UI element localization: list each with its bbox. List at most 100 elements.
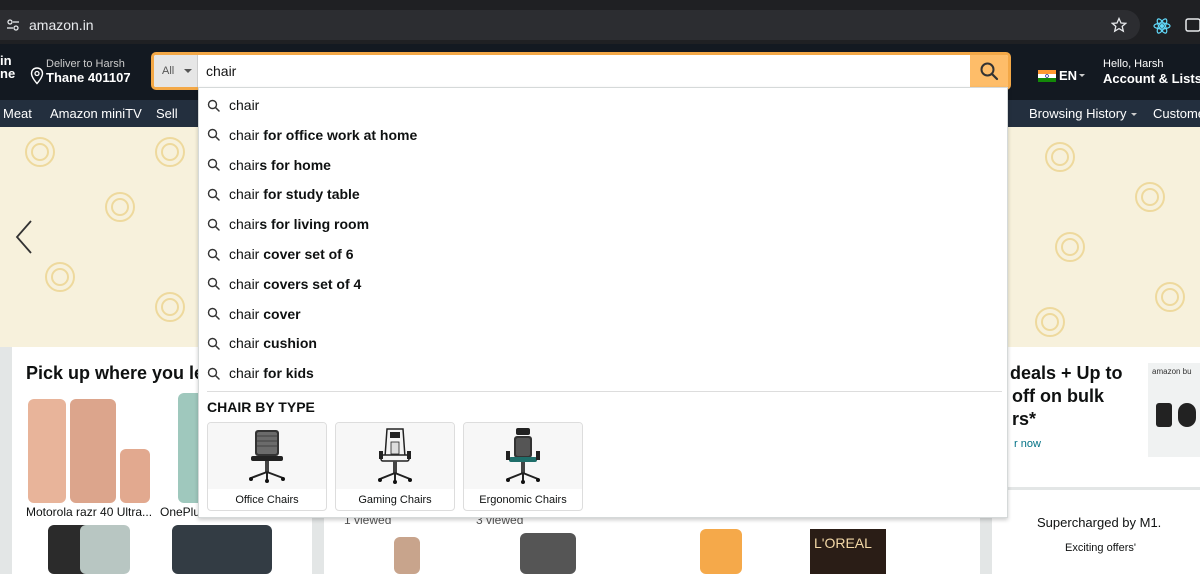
product-caption[interactable]: Motorola razr 40 Ultra...: [26, 505, 152, 519]
suggestion-item[interactable]: chair for study table: [207, 179, 997, 209]
suggestion-item[interactable]: chair s for home: [207, 150, 997, 180]
extension-icon[interactable]: [1153, 17, 1171, 35]
search-bar: All: [151, 52, 1011, 90]
phone-image[interactable]: [120, 449, 150, 503]
suggestion-item[interactable]: chair s for living room: [207, 209, 997, 239]
type-card-ergonomic[interactable]: Ergonomic Chairs: [463, 422, 583, 511]
address-bar[interactable]: amazon.in: [0, 10, 1140, 40]
suggestion-completion: s for living room: [259, 216, 370, 233]
language-selector[interactable]: EN: [1038, 68, 1086, 83]
suggestion-completion: for office work at home: [259, 126, 418, 143]
search-icon: [207, 367, 220, 380]
suggestion-item[interactable]: chair: [207, 90, 997, 120]
search-input[interactable]: [206, 55, 966, 87]
search-suggestions: chair chair for office work at home chair s…: [198, 87, 1008, 518]
suggestion-prefix: chair: [229, 246, 260, 262]
account-greeting: Hello, Harsh: [1103, 58, 1164, 70]
suggestion-item[interactable]: chair cover set of 6: [207, 239, 997, 269]
ergonomic-chair-icon: [506, 428, 540, 484]
browsing-history-label: Browsing History: [1029, 106, 1127, 121]
suggestion-item[interactable]: chair for kids: [207, 358, 997, 388]
deliver-location: Thane 401107: [46, 70, 131, 85]
search-icon: [207, 218, 220, 231]
phone-image[interactable]: [172, 525, 272, 574]
india-flag-icon: [1038, 69, 1056, 82]
account-lists: Account & Lists: [1103, 71, 1200, 86]
location-pin-icon: [30, 67, 44, 85]
chevron-down-icon: [184, 69, 192, 73]
product-image[interactable]: L'OREAL: [810, 529, 886, 574]
deals-link[interactable]: r now: [1014, 438, 1041, 450]
promo-image[interactable]: amazon bu: [1148, 363, 1200, 457]
gaming-chair-image: [336, 423, 454, 489]
search-icon: [207, 99, 220, 112]
search-icon: [980, 62, 999, 81]
product-image[interactable]: [520, 533, 576, 574]
nav-item-meat[interactable]: Meat: [3, 106, 32, 121]
url-text[interactable]: amazon.in: [29, 17, 94, 33]
logo-fragment[interactable]: in ne: [0, 54, 15, 80]
type-card-office[interactable]: Office Chairs: [207, 422, 327, 511]
nav-item-sell[interactable]: Sell: [156, 106, 178, 121]
suggestion-prefix: chair: [229, 186, 260, 203]
suggestion-completion: for kids: [259, 365, 314, 382]
suggestion-prefix: chair: [229, 156, 260, 173]
carousel-prev-icon[interactable]: [14, 219, 34, 255]
chevron-down-icon: [1079, 74, 1086, 77]
suggestion-completion: covers set of 4: [259, 275, 362, 292]
type-label: Gaming Chairs: [358, 494, 432, 506]
promo-card: Supercharged by M1. Exciting offers': [992, 490, 1200, 574]
promo-brand: amazon bu: [1152, 367, 1192, 376]
divider: [207, 391, 1002, 392]
account-menu[interactable]: Hello, Harsh Account & Lists: [1103, 58, 1200, 86]
deals-card: deals + Up to off on bulk rs* r now amaz…: [992, 347, 1200, 487]
search-icon: [207, 188, 220, 201]
suggestion-completion: for study table: [259, 186, 360, 203]
search-icon: [207, 129, 220, 142]
phone-image[interactable]: [80, 525, 130, 574]
sidepanel-icon[interactable]: [1185, 17, 1200, 33]
pickup-card-title: Pick up where you le: [26, 363, 205, 383]
search-icon: [207, 158, 220, 171]
browser-toolbar: amazon.in: [0, 6, 1200, 44]
nav-item-browsing-history[interactable]: Browsing History: [1029, 106, 1137, 121]
nav-item-customer[interactable]: Custome: [1153, 106, 1200, 121]
logo-fragment-line2: ne: [0, 66, 16, 81]
phone-image[interactable]: [70, 399, 116, 503]
brand-tag: L'OREAL: [814, 535, 872, 551]
suggestion-prefix: chair: [229, 126, 260, 143]
language-label: EN: [1059, 68, 1078, 83]
star-icon[interactable]: [1111, 17, 1127, 33]
promo-subtitle: Exciting offers': [1065, 542, 1136, 554]
suggestion-item[interactable]: chair for office work at home: [207, 120, 997, 150]
deals-line3: rs*: [1012, 409, 1037, 429]
suggestion-prefix: chair: [229, 275, 260, 292]
suggestion-item[interactable]: chair covers set of 4: [207, 269, 997, 299]
deliver-label: Deliver to Harsh: [46, 58, 125, 70]
search-icon: [207, 307, 220, 320]
suggestion-completion: cover set of 6: [259, 246, 354, 262]
deals-line2: off on bulk: [1012, 386, 1104, 406]
suggestion-prefix: chair: [229, 97, 260, 113]
product-image[interactable]: [700, 529, 742, 574]
product-image[interactable]: [394, 537, 420, 574]
search-button[interactable]: [970, 55, 1008, 87]
site-settings-icon[interactable]: [6, 18, 20, 32]
suggestion-item[interactable]: chair cover: [207, 299, 997, 329]
promo-title: Supercharged by M1.: [1037, 515, 1162, 530]
nav-item-minitv[interactable]: Amazon miniTV: [50, 106, 142, 121]
product-caption[interactable]: OnePlu: [160, 505, 200, 519]
type-card-gaming[interactable]: Gaming Chairs: [335, 422, 455, 511]
office-chair-image: [208, 423, 326, 489]
suggestion-prefix: chair: [229, 335, 260, 352]
gaming-chair-icon: [378, 428, 412, 484]
phone-image[interactable]: [28, 399, 66, 503]
suggestion-prefix: chair: [229, 365, 260, 382]
watch-icon: [1156, 403, 1172, 427]
search-category-select[interactable]: All: [154, 55, 198, 87]
suggestion-completion: cushion: [259, 335, 317, 352]
suggestion-item[interactable]: chair cushion: [207, 328, 997, 358]
office-chair-icon: [249, 430, 285, 483]
watch-icon: [1178, 403, 1196, 427]
search-category-label: All: [162, 65, 175, 77]
